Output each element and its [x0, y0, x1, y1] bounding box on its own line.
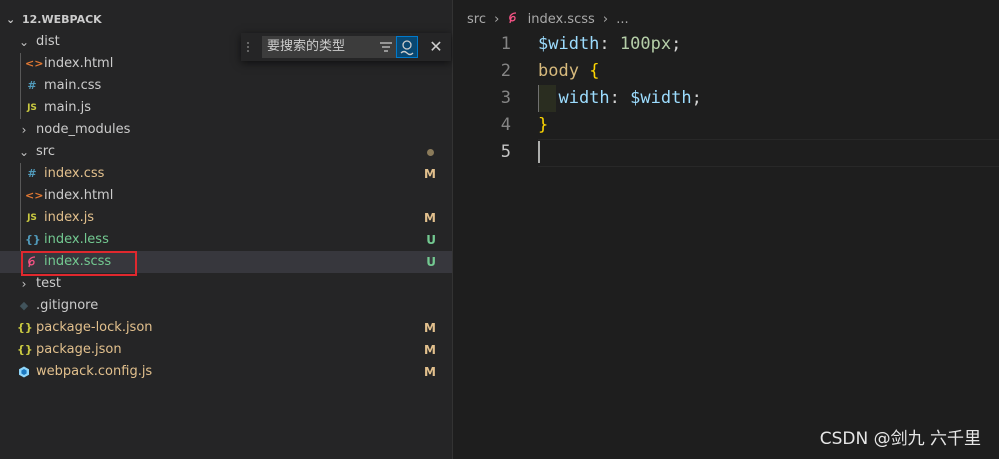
- explorer-root-label: 12.WEBPACK: [22, 13, 102, 26]
- tree-file-package-lock-json[interactable]: {} package-lock.json M: [0, 317, 452, 339]
- git-status-badge: U: [426, 255, 436, 269]
- json-file-icon: {}: [17, 343, 33, 356]
- chevron-right-icon: ›: [21, 123, 27, 137]
- drag-handle-icon[interactable]: [247, 42, 255, 54]
- code-line[interactable]: body {: [538, 58, 599, 85]
- tree-item-label: index.html: [44, 188, 114, 203]
- git-status-badge: M: [424, 343, 436, 357]
- tree-file-webpack-config-js[interactable]: webpack.config.js M: [0, 361, 452, 383]
- tree-item-label: index.css: [44, 166, 105, 181]
- sass-file-icon: [507, 9, 519, 31]
- less-file-icon: {}: [25, 233, 41, 246]
- tree-file-main-css[interactable]: # main.css: [0, 75, 452, 97]
- tree-folder-node-modules[interactable]: › node_modules: [0, 119, 452, 141]
- breadcrumb-item-src[interactable]: src: [467, 9, 486, 31]
- tree-file-src-index-html[interactable]: <> index.html: [0, 185, 452, 207]
- chevron-down-icon: ⌄: [6, 13, 16, 26]
- line-number: 2: [500, 61, 511, 81]
- editor-pane: src › index.scss › ... 1 2 3 4 5 $width:…: [453, 0, 999, 459]
- tree-item-label: index.less: [44, 232, 109, 247]
- line-number: 5: [500, 142, 511, 162]
- tree-item-label: package.json: [36, 342, 122, 357]
- git-status-badge: M: [424, 211, 436, 225]
- tree-item-label: test: [36, 276, 61, 291]
- watermark: CSDN @剑九 六千里: [819, 429, 981, 449]
- chevron-right-icon: ›: [21, 277, 27, 291]
- tree-item-label: src: [36, 144, 55, 159]
- css-file-icon: #: [27, 167, 37, 180]
- tree-item-label: index.html: [44, 56, 114, 71]
- tree-item-label: dist: [36, 34, 60, 49]
- breadcrumb-separator: ›: [494, 12, 500, 27]
- tree-item-label: main.js: [44, 100, 91, 115]
- breadcrumb-item-symbol[interactable]: ...: [616, 9, 628, 31]
- tree-folder-test[interactable]: › test: [0, 273, 452, 295]
- code-line[interactable]: $width: 100px;: [538, 31, 681, 58]
- tree-folder-src[interactable]: ⌄ src: [0, 141, 452, 163]
- git-status-badge: M: [424, 167, 436, 181]
- json-file-icon: {}: [17, 321, 33, 334]
- tree-file-package-json[interactable]: {} package.json M: [0, 339, 452, 361]
- explorer-sidebar: ⌄ 12.WEBPACK ⌄ dist <> index.html # main…: [0, 0, 453, 459]
- breadcrumb-item-file[interactable]: index.scss: [528, 9, 595, 31]
- tree-item-label: index.js: [44, 210, 95, 225]
- code-line[interactable]: }: [538, 112, 548, 139]
- current-line-highlight: [538, 139, 999, 167]
- text-cursor: [538, 141, 540, 163]
- git-file-icon: ◆: [19, 299, 29, 312]
- git-status-badge: U: [426, 233, 436, 247]
- css-file-icon: #: [27, 79, 37, 92]
- tree-find-widget: ✕: [241, 33, 451, 61]
- line-number: 4: [500, 115, 511, 135]
- js-file-icon: JS: [27, 103, 37, 113]
- webpack-file-icon: [17, 361, 31, 383]
- filter-icon[interactable]: [377, 37, 395, 57]
- tree-item-label: .gitignore: [36, 298, 99, 313]
- tree-file-src-index-css[interactable]: # index.css M: [0, 163, 452, 185]
- tree-item-label: package-lock.json: [36, 320, 153, 335]
- breadcrumb: src › index.scss › ...: [467, 9, 629, 31]
- chevron-down-icon: ⌄: [18, 145, 30, 159]
- breadcrumb-separator: ›: [602, 12, 609, 27]
- tree-file-src-index-less[interactable]: {} index.less U: [0, 229, 452, 251]
- tree-file-gitignore[interactable]: ◆ .gitignore: [0, 295, 452, 317]
- js-file-icon: JS: [27, 213, 37, 223]
- tree-item-label: node_modules: [36, 122, 131, 137]
- fuzzy-match-toggle-icon[interactable]: [396, 36, 418, 58]
- tree-item-label: webpack.config.js: [36, 364, 153, 379]
- html-file-icon: <>: [25, 57, 44, 70]
- git-status-badge: M: [424, 321, 436, 335]
- code-line[interactable]: width: $width;: [538, 85, 701, 112]
- line-number: 1: [500, 34, 511, 54]
- line-number: 3: [500, 88, 511, 108]
- tree-file-src-index-js[interactable]: JS index.js M: [0, 207, 452, 229]
- git-status-badge: M: [424, 365, 436, 379]
- tree-file-main-js[interactable]: JS main.js: [0, 97, 452, 119]
- chevron-down-icon: ⌄: [18, 35, 30, 49]
- tree-item-label: main.css: [44, 78, 102, 93]
- html-file-icon: <>: [25, 189, 44, 202]
